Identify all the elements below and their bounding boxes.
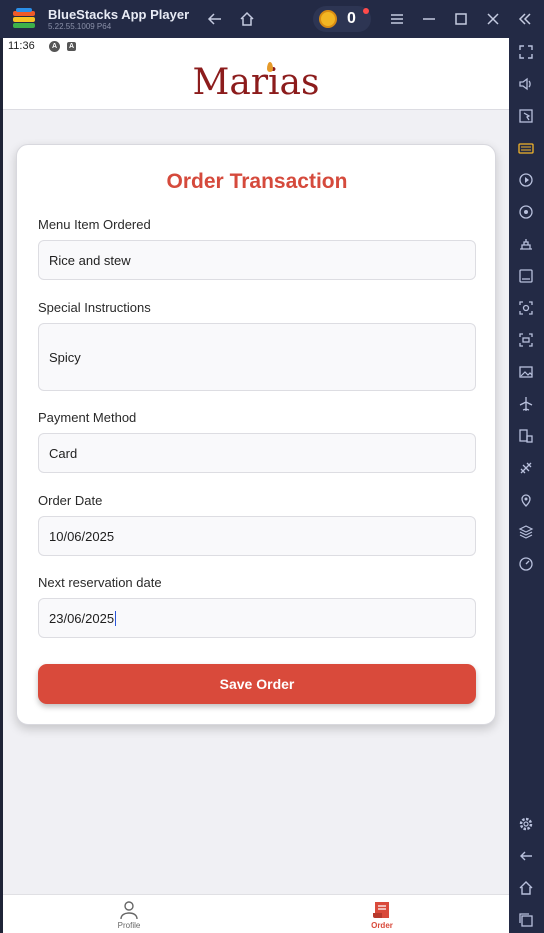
multi-instance-icon[interactable] — [516, 426, 536, 446]
menu-icon[interactable] — [388, 10, 406, 28]
payment-method-input[interactable]: Card — [38, 433, 476, 473]
status-notification-icon: A — [49, 41, 60, 52]
next-reservation-value: 23/06/2025 — [49, 610, 115, 626]
order-date-input[interactable]: 10/06/2025 — [38, 516, 476, 556]
volume-icon[interactable] — [516, 74, 536, 94]
android-screen: 11:36 A A Marias Order Transaction Menu … — [3, 38, 509, 933]
payment-method-label: Payment Method — [38, 410, 137, 425]
order-icon — [373, 902, 389, 918]
eco-mode-icon[interactable] — [516, 458, 536, 478]
pointer-icon[interactable] — [516, 106, 536, 126]
recent-apps-icon[interactable] — [516, 910, 536, 930]
nav-label-order: Order — [371, 921, 393, 930]
android-home-icon[interactable] — [516, 878, 536, 898]
android-back-icon[interactable] — [516, 846, 536, 866]
special-instructions-label: Special Instructions — [38, 300, 151, 315]
macro-play-icon[interactable] — [516, 170, 536, 190]
minimize-icon[interactable] — [420, 10, 438, 28]
nav-label-profile: Profile — [117, 921, 141, 930]
next-reservation-input[interactable]: 23/06/2025 — [38, 598, 476, 638]
airplane-mode-icon[interactable] — [516, 394, 536, 414]
layers-icon[interactable] — [516, 522, 536, 542]
window-titlebar: BlueStacks App Player 5.22.55.1009 P64 0 — [0, 0, 544, 38]
status-time: 11:36 — [8, 40, 35, 52]
nav-tab-order[interactable]: Order — [352, 899, 412, 930]
record-screen-icon[interactable] — [516, 330, 536, 350]
emulator-sidebar — [509, 38, 544, 933]
special-instructions-input[interactable]: Spicy — [38, 323, 476, 391]
menu-item-value: Rice and stew — [49, 252, 131, 268]
payment-method-value: Card — [49, 445, 78, 461]
candle-flame-icon — [267, 62, 273, 72]
media-folder-icon[interactable] — [516, 362, 536, 382]
back-arrow-icon[interactable] — [206, 10, 224, 28]
menu-item-input[interactable]: Rice and stew — [38, 240, 476, 280]
bluestacks-logo-icon — [13, 8, 35, 28]
menu-item-label: Menu Item Ordered — [38, 217, 151, 232]
close-icon[interactable] — [484, 10, 502, 28]
app-version: 5.22.55.1009 P64 — [48, 22, 112, 31]
home-icon[interactable] — [238, 10, 256, 28]
next-reservation-label: Next reservation date — [38, 575, 162, 590]
performance-icon[interactable] — [516, 234, 536, 254]
status-app-icon: A — [67, 42, 76, 51]
status-bar: 11:36 A A — [3, 38, 509, 56]
order-date-label: Order Date — [38, 493, 103, 508]
bottom-navigation: Profile Order — [3, 894, 509, 933]
settings-gear-icon[interactable] — [516, 814, 536, 834]
sync-icon[interactable] — [516, 202, 536, 222]
order-date-value: 10/06/2025 — [49, 528, 115, 544]
order-form-card: Order Transaction Menu Item Ordered Rice… — [16, 144, 496, 725]
nav-tab-profile[interactable]: Profile — [99, 899, 159, 930]
page-title: Order Transaction — [166, 170, 348, 193]
speed-gauge-icon[interactable] — [516, 554, 536, 574]
screenshot-icon[interactable] — [516, 298, 536, 318]
app-header: Marias — [3, 56, 509, 110]
collapse-sidebar-icon[interactable] — [516, 10, 534, 28]
special-instructions-value: Spicy — [49, 349, 81, 365]
location-icon[interactable] — [516, 490, 536, 510]
window-title: BlueStacks App Player — [48, 7, 190, 22]
notification-dot — [363, 8, 369, 14]
keyboard-icon[interactable] — [516, 138, 536, 158]
fullscreen-icon[interactable] — [516, 42, 536, 62]
maximize-icon[interactable] — [452, 10, 470, 28]
text-cursor — [115, 610, 117, 626]
coin-count: 0 — [347, 10, 356, 27]
apk-install-icon[interactable] — [516, 266, 536, 286]
coin-counter[interactable]: 0 — [313, 6, 371, 32]
person-icon — [120, 901, 138, 920]
coin-icon — [319, 10, 337, 28]
brand-logo: Marias — [192, 62, 320, 103]
save-order-button[interactable]: Save Order — [38, 664, 476, 704]
